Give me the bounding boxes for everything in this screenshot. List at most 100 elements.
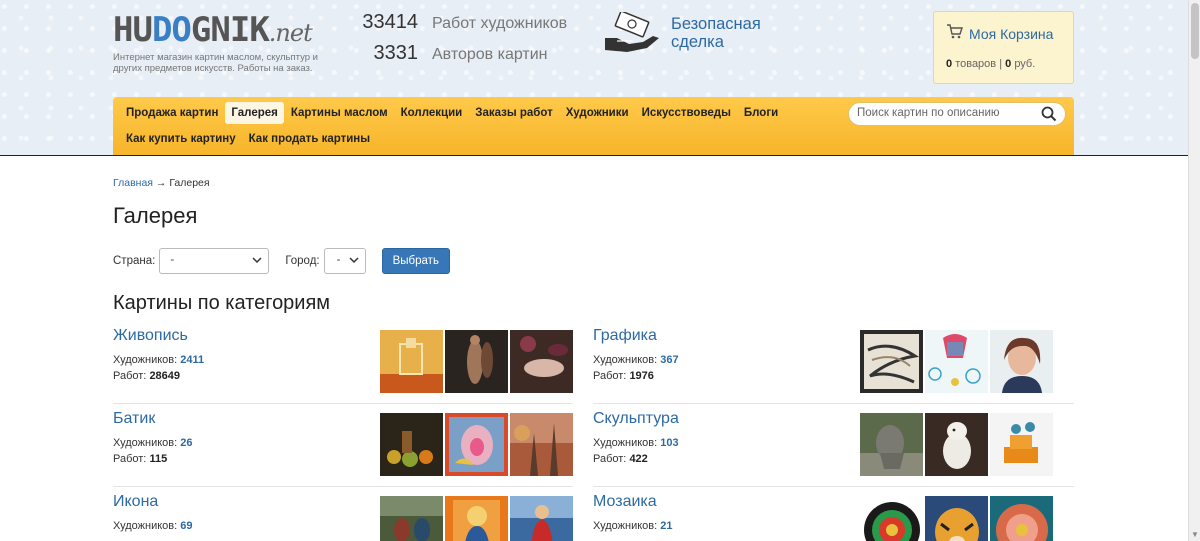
nav-item-collections[interactable]: Коллекции xyxy=(395,102,469,124)
site-logo[interactable]: HUDOGNIK.net xyxy=(113,10,313,50)
artists-count[interactable]: 367 xyxy=(660,354,678,366)
nav-row-1: Продажа картин Галерея Картины маслом Ко… xyxy=(120,102,785,124)
artists-label: Художников: xyxy=(593,437,658,449)
country-select-value: - xyxy=(170,254,175,266)
category-divider xyxy=(113,486,573,487)
artwork-thumbnail[interactable] xyxy=(990,413,1053,476)
artists-label: Художников: xyxy=(593,354,658,366)
scroll-down-arrow-icon[interactable]: ▼ xyxy=(1191,530,1199,539)
city-label: Город: xyxy=(285,255,320,267)
artwork-thumbnail[interactable] xyxy=(380,413,443,476)
logo-text: HU xyxy=(113,10,153,50)
nav-item-artists[interactable]: Художники xyxy=(560,102,635,124)
artists-count[interactable]: 21 xyxy=(660,520,672,532)
stat-works-label: Работ художников xyxy=(432,15,568,32)
stat-authors-value: 3331 xyxy=(373,42,419,64)
nav-item-gallery[interactable]: Галерея xyxy=(225,102,284,124)
cart-sum: 0 xyxy=(1005,58,1012,70)
nav-item-how-to-buy[interactable]: Как купить картину xyxy=(120,128,242,150)
stat-works: 33414 Работ художников xyxy=(360,11,600,34)
artwork-thumbnail[interactable] xyxy=(510,413,573,476)
stat-works-value: 33414 xyxy=(362,11,418,33)
category-card-batik: Батик Художников: 26 Работ: 115 xyxy=(113,410,573,480)
category-card-graphics: Графика Художников: 367 Работ: 1976 xyxy=(593,327,1053,397)
logo-text-end: GNIK xyxy=(190,10,270,50)
cart-icon xyxy=(946,24,963,44)
artists-label: Художников: xyxy=(113,520,178,532)
artwork-thumbnail[interactable] xyxy=(860,413,923,476)
select-button[interactable]: Выбрать xyxy=(381,248,450,274)
cart-title-row: Моя Корзина xyxy=(946,24,1061,44)
section-title: Картины по категориям xyxy=(113,292,331,314)
category-card-icon: Икона Художников: 69 xyxy=(113,493,573,541)
country-select[interactable]: - xyxy=(159,248,270,274)
breadcrumb-separator: → xyxy=(155,177,167,189)
nav-item-oil-paintings[interactable]: Картины маслом xyxy=(285,102,394,124)
artists-label: Художников: xyxy=(113,437,178,449)
safe-deal-link[interactable]: Безопасная сделка xyxy=(603,12,761,54)
logo-net: .net xyxy=(268,19,313,47)
category-thumbnails xyxy=(380,413,575,476)
breadcrumb-home[interactable]: Главная xyxy=(113,177,153,189)
scrollbar-thumb[interactable] xyxy=(1191,3,1199,59)
city-select[interactable]: - xyxy=(323,248,366,274)
cart-title: Моя Корзина xyxy=(969,26,1054,42)
nav-item-critics[interactable]: Искусствоведы xyxy=(636,102,737,124)
page-scrollbar[interactable]: ▼ xyxy=(1188,0,1200,541)
artwork-thumbnail[interactable] xyxy=(860,496,923,541)
safe-deal-line2: сделка xyxy=(671,33,724,51)
category-divider xyxy=(593,403,1074,404)
category-thumbnails xyxy=(860,496,1055,541)
artwork-thumbnail[interactable] xyxy=(445,330,508,393)
works-label: Работ: xyxy=(593,453,627,465)
artwork-thumbnail[interactable] xyxy=(925,330,988,393)
artwork-thumbnail[interactable] xyxy=(510,330,573,393)
search-box xyxy=(848,102,1066,126)
artwork-thumbnail[interactable] xyxy=(925,413,988,476)
search-input[interactable] xyxy=(857,107,1037,119)
category-card-mosaic: Мозаика Художников: 21 xyxy=(593,493,1053,541)
nav-item-orders[interactable]: Заказы работ xyxy=(469,102,559,124)
works-label: Работ: xyxy=(113,370,147,382)
cart-widget[interactable]: Моя Корзина 0 товаров | 0 руб. xyxy=(933,11,1074,84)
artwork-thumbnail[interactable] xyxy=(445,496,508,541)
breadcrumb: Главная → Галерея xyxy=(113,177,210,189)
site-header: HUDOGNIK.net Интернет магазин картин мас… xyxy=(0,0,1188,156)
country-label: Страна: xyxy=(113,255,156,267)
artwork-thumbnail[interactable] xyxy=(925,496,988,541)
artwork-thumbnail[interactable] xyxy=(380,330,443,393)
artists-count[interactable]: 2411 xyxy=(180,354,204,366)
nav-item-blogs[interactable]: Блоги xyxy=(738,102,784,124)
works-label: Работ: xyxy=(113,453,147,465)
artists-label: Художников: xyxy=(113,354,178,366)
site-tagline: Интернет магазин картин маслом, скульпту… xyxy=(113,52,318,74)
category-thumbnails xyxy=(860,413,1055,476)
nav-row-2: Как купить картину Как продать картины xyxy=(120,128,377,150)
artwork-thumbnail[interactable] xyxy=(990,496,1053,541)
artwork-thumbnail[interactable] xyxy=(445,413,508,476)
artwork-thumbnail[interactable] xyxy=(380,496,443,541)
category-divider xyxy=(593,486,1074,487)
main-nav: Продажа картин Галерея Картины маслом Ко… xyxy=(113,97,1074,155)
chevron-down-icon xyxy=(349,257,359,264)
artists-label: Художников: xyxy=(593,520,658,532)
cart-items-count: 0 xyxy=(946,58,953,70)
artists-count[interactable]: 26 xyxy=(180,437,192,449)
money-hand-icon xyxy=(605,12,659,52)
search-icon[interactable] xyxy=(1041,106,1057,122)
works-label: Работ: xyxy=(593,370,627,382)
stat-authors-label: Авторов картин xyxy=(432,46,548,63)
artwork-thumbnail[interactable] xyxy=(860,330,923,393)
works-count: 1976 xyxy=(629,370,654,382)
category-divider xyxy=(113,403,573,404)
safe-deal-text: Безопасная сделка xyxy=(671,15,761,51)
artwork-thumbnail[interactable] xyxy=(990,330,1053,393)
works-count: 422 xyxy=(629,453,648,465)
artists-count[interactable]: 69 xyxy=(180,520,192,532)
artists-count[interactable]: 103 xyxy=(660,437,678,449)
safe-deal-line1: Безопасная xyxy=(671,15,761,33)
nav-item-sale[interactable]: Продажа картин xyxy=(120,102,224,124)
artwork-thumbnail[interactable] xyxy=(510,496,573,541)
nav-item-how-to-sell[interactable]: Как продать картины xyxy=(243,128,376,150)
page-title: Галерея xyxy=(113,203,198,228)
